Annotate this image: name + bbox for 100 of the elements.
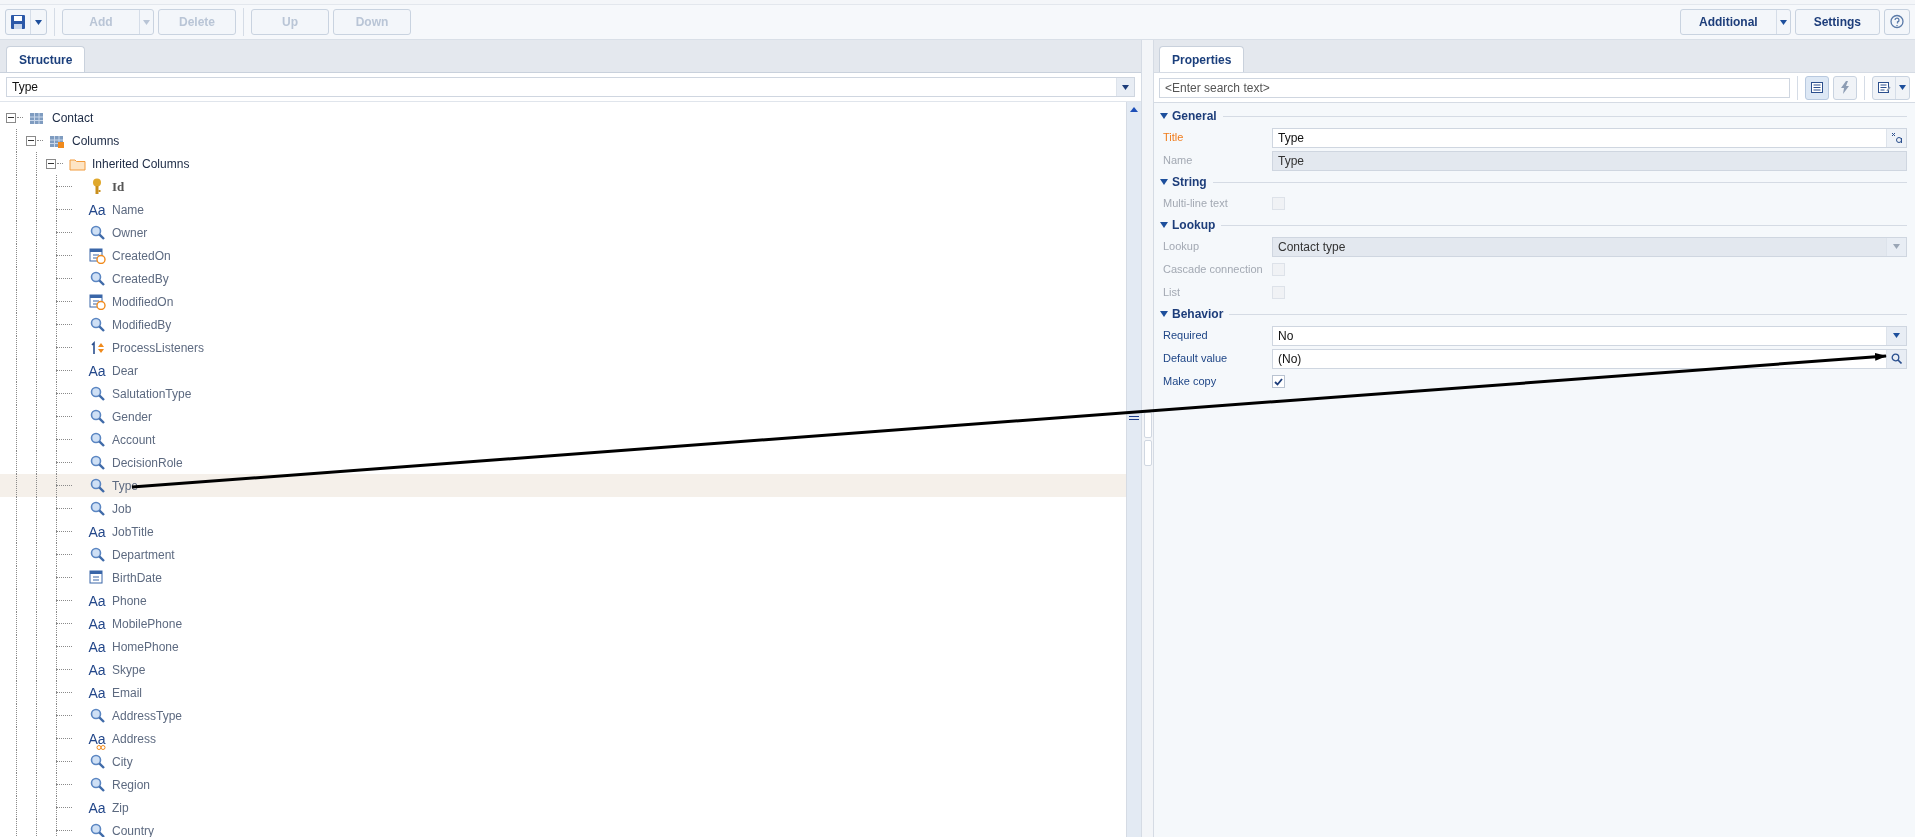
tree-item-label: CreatedOn bbox=[112, 247, 171, 265]
text-type-icon: Aa bbox=[88, 362, 106, 379]
expand-triangle-icon[interactable] bbox=[1160, 178, 1168, 186]
select-field[interactable]: No bbox=[1272, 325, 1907, 346]
button-label: Add bbox=[88, 14, 114, 31]
tree-item-label: AddressType bbox=[112, 707, 183, 725]
tree-row[interactable]: Owner bbox=[0, 221, 1126, 244]
tree-row[interactable]: BirthDate bbox=[0, 566, 1126, 589]
cube-icon bbox=[49, 133, 65, 148]
property-label: List bbox=[1162, 285, 1182, 301]
filter-combo[interactable]: Type bbox=[6, 77, 1135, 97]
save-split-button[interactable] bbox=[5, 9, 47, 35]
list-icon bbox=[1811, 82, 1823, 93]
structure-tab[interactable]: Structure bbox=[6, 46, 86, 72]
view-menu-button[interactable] bbox=[1872, 75, 1910, 100]
help-button[interactable] bbox=[1884, 9, 1910, 35]
tree-row[interactable]: Aa Name bbox=[0, 198, 1126, 221]
scrollbar[interactable] bbox=[1126, 102, 1141, 837]
tree-row[interactable]: Aa MobilePhone bbox=[0, 612, 1126, 635]
tree-item-label: Account bbox=[112, 431, 156, 449]
tree-row[interactable]: City bbox=[0, 750, 1126, 773]
tree-row[interactable]: CreatedOn bbox=[0, 244, 1126, 267]
tree-row[interactable]: Job bbox=[0, 497, 1126, 520]
magnifier-icon bbox=[89, 777, 105, 792]
expand-triangle-icon[interactable] bbox=[1160, 221, 1168, 229]
tree-item-label: Gender bbox=[112, 408, 153, 426]
magnifier-icon bbox=[89, 501, 105, 516]
group-header[interactable]: General bbox=[1172, 107, 1217, 125]
text-type-icon: Aa bbox=[88, 684, 106, 701]
collapse-right-handle[interactable] bbox=[1143, 439, 1152, 466]
magnifier-icon bbox=[89, 754, 105, 769]
text-type-icon: Aa bbox=[88, 201, 106, 218]
tree-item-label: BirthDate bbox=[112, 569, 163, 587]
group-header[interactable]: Behavior bbox=[1172, 305, 1224, 323]
magnifier-icon bbox=[89, 386, 105, 401]
group-header[interactable]: String bbox=[1172, 173, 1207, 191]
tree-row[interactable]: SalutationType bbox=[0, 382, 1126, 405]
text-type-icon: Aa bbox=[88, 638, 106, 655]
tree-row[interactable]: Aa HomePhone bbox=[0, 635, 1126, 658]
tree-item-label: Name bbox=[112, 201, 144, 219]
list-view-button[interactable] bbox=[1805, 75, 1829, 100]
search-field[interactable]: <Enter search text> bbox=[1159, 77, 1790, 98]
folder-icon bbox=[68, 156, 86, 171]
translate-icon[interactable] bbox=[1890, 132, 1903, 143]
tree-row[interactable]: Aa Phone bbox=[0, 589, 1126, 612]
tree-row[interactable]: Gender bbox=[0, 405, 1126, 428]
toolbar-button[interactable]: Additional bbox=[1680, 9, 1791, 35]
tree-row[interactable]: Aa Dear bbox=[0, 359, 1126, 382]
tree-row[interactable]: ProcessListeners bbox=[0, 336, 1126, 359]
group-header[interactable]: Lookup bbox=[1172, 216, 1216, 234]
properties-tab[interactable]: Properties bbox=[1159, 46, 1245, 72]
tree-row[interactable]: Aa Skype bbox=[0, 658, 1126, 681]
tree-row[interactable]: Aa Address bbox=[0, 727, 1126, 750]
tree-row[interactable]: Id bbox=[0, 175, 1126, 198]
tree-row[interactable]: ModifiedBy bbox=[0, 313, 1126, 336]
tree-row[interactable]: Region bbox=[0, 773, 1126, 796]
tree-row[interactable]: Columns bbox=[0, 129, 1126, 152]
property-label: Multi-line text bbox=[1162, 196, 1229, 212]
calendar-icon bbox=[88, 569, 106, 586]
collapse-icon[interactable] bbox=[46, 158, 56, 169]
tree-row[interactable]: Department bbox=[0, 543, 1126, 566]
magnifier-icon bbox=[89, 478, 105, 493]
caret-icon bbox=[1779, 19, 1787, 25]
tree-row[interactable]: Country bbox=[0, 819, 1126, 837]
toolbar-button[interactable]: Settings bbox=[1794, 9, 1880, 35]
tree-row[interactable]: Aa Email bbox=[0, 681, 1126, 704]
button-label: Delete bbox=[178, 14, 216, 31]
tree-row[interactable]: CreatedBy bbox=[0, 267, 1126, 290]
magnifier-icon bbox=[89, 409, 105, 424]
edit-list-icon bbox=[1877, 81, 1891, 94]
caret-icon bbox=[1899, 85, 1906, 90]
text-type-icon: Aa bbox=[88, 592, 106, 609]
caret-icon bbox=[35, 19, 42, 25]
tree-item-label: City bbox=[112, 753, 133, 771]
scroll-up-icon[interactable] bbox=[1130, 107, 1138, 112]
tree-item-label: Skype bbox=[112, 661, 146, 679]
button-label: Down bbox=[354, 14, 390, 31]
collapse-icon[interactable] bbox=[6, 112, 16, 123]
expand-triangle-icon[interactable] bbox=[1160, 310, 1168, 318]
calendar-clock-icon bbox=[88, 293, 106, 310]
tree-row[interactable]: Inherited Columns bbox=[0, 152, 1126, 175]
expand-triangle-icon[interactable] bbox=[1160, 112, 1168, 120]
help-icon bbox=[1889, 14, 1905, 30]
key-icon bbox=[91, 178, 103, 195]
magnifier-icon bbox=[89, 455, 105, 470]
collapse-icon[interactable] bbox=[26, 135, 36, 146]
checkbox[interactable] bbox=[1272, 375, 1285, 388]
tree-row[interactable]: ModifiedOn bbox=[0, 290, 1126, 313]
caret-icon bbox=[143, 19, 150, 25]
input-field[interactable]: (No) bbox=[1272, 348, 1907, 369]
search-icon[interactable] bbox=[1891, 353, 1902, 364]
tree-row[interactable]: Aa JobTitle bbox=[0, 520, 1126, 543]
calendar-clock-icon bbox=[88, 247, 106, 264]
collapse-left-handle[interactable] bbox=[1143, 411, 1152, 438]
tree-row[interactable]: Contact bbox=[0, 106, 1126, 129]
tree-row[interactable]: Account bbox=[0, 428, 1126, 451]
cube-icon bbox=[29, 110, 45, 125]
tree-row[interactable]: Aa Zip bbox=[0, 796, 1126, 819]
input-field[interactable]: Type bbox=[1272, 127, 1907, 148]
tree-row[interactable]: AddressType bbox=[0, 704, 1126, 727]
